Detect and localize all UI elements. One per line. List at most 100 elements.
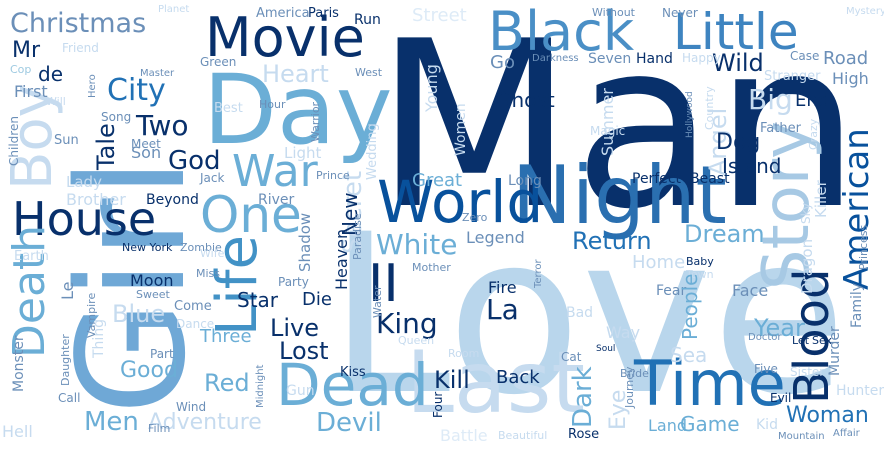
- word-perfect: Perfect: [632, 171, 682, 187]
- word-dragon: Dragon: [798, 238, 816, 294]
- word-heaven: Heaven: [332, 228, 351, 290]
- word-mountain: Mountain: [778, 431, 825, 442]
- word-sun: Sun: [54, 133, 79, 148]
- word-happy: Happy: [682, 51, 721, 65]
- word-go: Go: [490, 52, 515, 73]
- word-cloud: Man Love Girl Night World Story Last Dea…: [0, 0, 884, 449]
- word-four: Four: [431, 391, 445, 418]
- word-women: Women: [453, 103, 469, 156]
- word-friend: Friend: [62, 41, 99, 55]
- word-hand: Hand: [636, 51, 673, 67]
- word-cop: Cop: [10, 63, 32, 76]
- word-america: America: [256, 6, 310, 21]
- word-tale: Tale: [92, 123, 120, 170]
- word-beautiful: Beautiful: [498, 429, 548, 442]
- word-dark: Dark: [568, 366, 598, 428]
- word-three: Three: [200, 326, 252, 347]
- word-party: Party: [278, 275, 309, 289]
- word-paris: Paris: [308, 6, 339, 21]
- word-family: Family: [849, 282, 865, 328]
- word-christmas: Christmas: [10, 8, 147, 39]
- word-battle: Battle: [440, 426, 488, 445]
- word-return: Return: [572, 227, 652, 255]
- word-never: Never: [662, 6, 698, 20]
- word-shadow: Shadow: [296, 212, 314, 272]
- word-good: Good: [120, 358, 178, 383]
- word-country: Country: [703, 86, 716, 130]
- word-red: Red: [204, 369, 250, 397]
- word-prince: Prince: [316, 169, 350, 182]
- word-midnight: Midnight: [255, 364, 266, 408]
- word-back: Back: [496, 367, 540, 388]
- word-son: Son: [131, 143, 162, 162]
- word-hero: Hero: [87, 74, 98, 98]
- word-terror: Terror: [533, 259, 544, 288]
- word-kid: Kid: [756, 417, 778, 433]
- word-case: Case: [790, 49, 820, 63]
- word-eye: Eye: [606, 389, 631, 430]
- word-dream: Dream: [684, 220, 765, 248]
- word-planet: Planet: [158, 4, 190, 15]
- word-brother: Brother: [66, 190, 126, 209]
- word-part: Part: [150, 347, 174, 361]
- word-summer: Summer: [598, 88, 617, 156]
- word-monster: Monster: [11, 335, 27, 392]
- word-sex: Sex: [812, 334, 833, 347]
- word-heart: Heart: [262, 60, 329, 88]
- word-legend: Legend: [466, 228, 525, 247]
- word-wedding: Wedding: [365, 123, 380, 180]
- word-mother: Mother: [412, 261, 451, 274]
- word-earth: Earth: [14, 249, 49, 264]
- word-beast: Beast: [690, 171, 730, 187]
- word-come: Come: [174, 299, 212, 314]
- word-le: Le: [58, 281, 77, 300]
- word-new-york: New York: [122, 241, 173, 254]
- word-light: Light: [284, 144, 322, 162]
- word-sister: Sister: [790, 365, 825, 379]
- word-big: Big: [748, 83, 793, 116]
- word-game: Game: [680, 412, 740, 436]
- word-water: Water: [371, 285, 384, 318]
- word-home: Home: [632, 252, 686, 273]
- word-men: Men: [84, 407, 139, 437]
- word-mystery: Mystery: [846, 6, 884, 17]
- word-baby: Baby: [686, 255, 714, 268]
- word-jack: Jack: [200, 171, 225, 185]
- word-song: Song: [101, 110, 132, 124]
- word-best: Best: [214, 101, 243, 116]
- word-warrior: Warrior: [309, 101, 322, 142]
- word-dog: Dog: [716, 130, 761, 155]
- word-long: Long: [508, 173, 542, 189]
- word-people: People: [678, 273, 702, 340]
- word-sweet: Sweet: [136, 288, 170, 301]
- word-street: Street: [412, 5, 467, 26]
- word-room: Room: [448, 347, 480, 360]
- word-killer: Killer: [812, 180, 830, 218]
- word-lady: Lady: [66, 173, 102, 191]
- word-daughter: Daughter: [59, 334, 72, 386]
- word-miss: Miss: [196, 267, 221, 280]
- word-woman: Woman: [786, 403, 869, 428]
- word-face: Face: [732, 281, 769, 300]
- word-kiss: Kiss: [340, 365, 366, 380]
- word-lost: Lost: [279, 337, 329, 365]
- word-darkness: Darkness: [532, 53, 579, 64]
- word-five: Five: [754, 362, 778, 376]
- word-sky: Sky: [799, 202, 813, 224]
- word-stranger: Stranger: [764, 69, 821, 84]
- word-island: Island: [722, 154, 782, 178]
- word-thing: Thing: [91, 318, 107, 358]
- word-star: Star: [237, 288, 279, 312]
- word-moon: Moon: [130, 271, 174, 290]
- word-children: Children: [7, 116, 21, 166]
- word-run: Run: [354, 12, 381, 28]
- word-blue: Blue: [112, 300, 166, 328]
- word-crazy: Crazy: [807, 118, 820, 150]
- word-cat: Cat: [561, 350, 582, 364]
- word-fire: Fire: [488, 278, 517, 297]
- word-paradise: Paradise: [351, 213, 364, 260]
- word-beyond: Beyond: [146, 192, 199, 208]
- word-magic: Magic: [590, 124, 626, 138]
- word-bad: Bad: [566, 305, 594, 321]
- word-film: Film: [148, 422, 171, 435]
